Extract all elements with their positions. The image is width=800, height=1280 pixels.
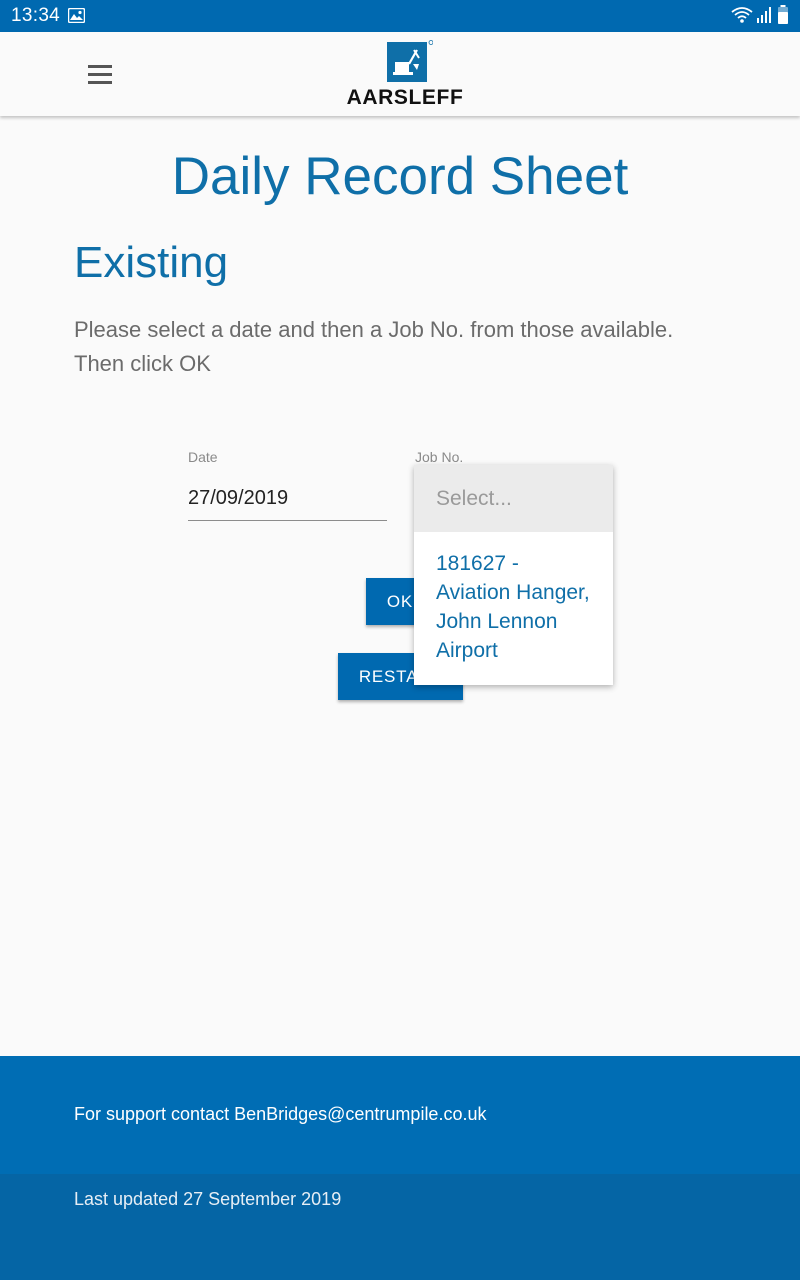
status-time: 13:34 bbox=[11, 5, 61, 26]
logo-mark-icon bbox=[387, 40, 434, 82]
app-bar: AARSLEFF bbox=[0, 32, 800, 116]
image-icon bbox=[67, 7, 86, 28]
last-updated-text: Last updated 27 September 2019 bbox=[74, 1189, 342, 1209]
page-title: Daily Record Sheet bbox=[171, 147, 629, 206]
job-option[interactable]: 181627 - Aviation Hanger, John Lennon Ai… bbox=[414, 532, 613, 665]
battery-icon bbox=[777, 5, 789, 29]
date-input[interactable] bbox=[188, 476, 387, 521]
instructions-line-1: Please select a date and then a Job No. … bbox=[74, 317, 674, 342]
instructions-line-2: Then click OK bbox=[74, 351, 211, 376]
logo-text: AARSLEFF bbox=[346, 86, 464, 109]
menu-button[interactable] bbox=[80, 56, 120, 92]
job-no-select-placeholder[interactable]: Select... bbox=[414, 465, 613, 532]
job-no-label: Job No. bbox=[415, 449, 464, 465]
instructions-text: Please select a date and then a Job No. … bbox=[74, 313, 734, 381]
status-bar: 13:34 bbox=[0, 0, 800, 32]
date-label: Date bbox=[188, 449, 218, 465]
signal-icon bbox=[756, 7, 772, 28]
section-title: Existing bbox=[74, 238, 229, 287]
job-no-dropdown[interactable]: Select... 181627 - Aviation Hanger, John… bbox=[414, 465, 613, 685]
support-contact-text: For support contact BenBridges@centrumpi… bbox=[74, 1104, 487, 1124]
wifi-icon bbox=[731, 6, 753, 29]
aarsleff-logo: AARSLEFF bbox=[340, 40, 470, 112]
